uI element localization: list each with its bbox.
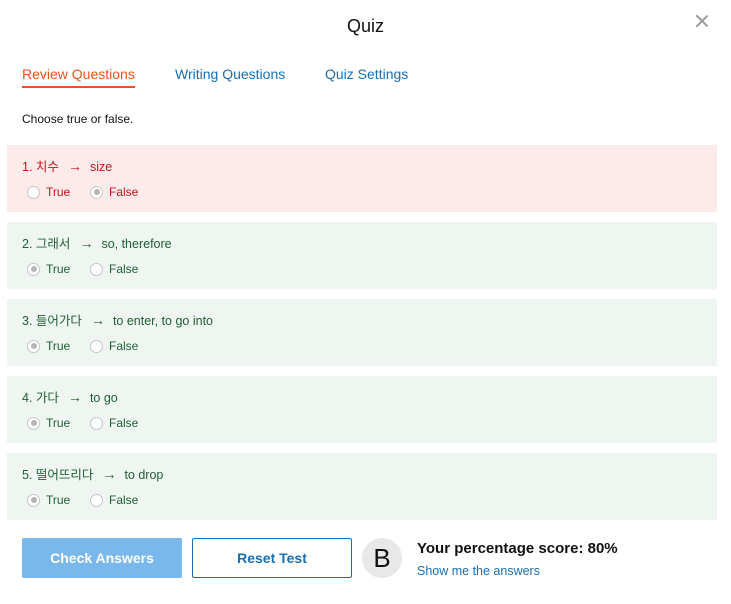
question-korean: 그래서 [35,237,71,251]
question-korean: 가다 [35,391,59,405]
radio-true[interactable] [27,185,40,199]
close-icon[interactable] [693,12,711,30]
question-card-3: 3. 들어가다 → to enter, to go into True False [7,299,717,366]
radio-true[interactable] [27,493,40,507]
option-label: False [109,185,139,199]
question-korean: 들어가다 [35,314,82,328]
question-number: 2. [22,237,33,251]
question-text: 4. 가다 → to go [22,387,118,406]
question-number: 1. [22,160,33,174]
grade-badge: B [362,538,402,578]
reset-test-button[interactable]: Reset Test [192,538,352,578]
option-label: True [46,262,71,276]
question-number: 5. [22,468,33,482]
radio-true[interactable] [27,416,40,430]
check-answers-button[interactable]: Check Answers [22,538,182,578]
question-text: 1. 치수 → size [22,156,112,175]
option-label: True [46,493,71,507]
score-text: Your percentage score: 80% [417,540,618,557]
question-english: to enter, to go into [112,314,214,328]
radio-false[interactable] [90,262,103,276]
option-true[interactable]: True [27,493,70,507]
show-answers-link[interactable]: Show me the answers [417,564,540,578]
option-label: True [46,185,71,199]
question-card-5: 5. 떨어뜨리다 → to drop True False [7,453,717,520]
question-english: so, therefore [101,237,172,251]
option-label: False [109,493,139,507]
radio-false[interactable] [90,493,103,507]
arrow-icon: → [67,158,82,174]
option-true[interactable]: True [27,416,70,430]
question-text: 3. 들어가다 → to enter, to go into [22,310,213,329]
radio-true[interactable] [27,262,40,276]
option-false[interactable]: False [90,185,138,199]
question-korean: 치수 [35,160,59,174]
arrow-icon: → [90,312,105,328]
question-korean: 떨어뜨리다 [35,468,94,482]
option-false[interactable]: False [90,493,138,507]
option-label: False [109,416,139,430]
option-label: True [46,339,71,353]
radio-false[interactable] [90,339,103,353]
tab-writing-questions[interactable]: Writing Questions [175,66,285,82]
arrow-icon: → [79,235,94,251]
option-label: False [109,262,139,276]
question-card-2: 2. 그래서 → so, therefore True False [7,222,717,289]
tab-quiz-settings[interactable]: Quiz Settings [325,66,408,82]
option-label: False [109,339,139,353]
question-card-4: 4. 가다 → to go True False [7,376,717,443]
radio-false[interactable] [90,416,103,430]
option-false[interactable]: False [90,416,138,430]
question-text: 2. 그래서 → so, therefore [22,233,172,252]
option-false[interactable]: False [90,262,138,276]
question-card-1: 1. 치수 → size True False [7,145,717,212]
question-english: to go [89,391,118,405]
arrow-icon: → [102,466,117,482]
option-true[interactable]: True [27,262,70,276]
question-english: size [89,160,113,174]
option-true[interactable]: True [27,339,70,353]
question-number: 4. [22,391,33,405]
arrow-icon: → [67,389,82,405]
option-label: True [46,416,71,430]
option-true[interactable]: True [27,185,70,199]
radio-false[interactable] [90,185,103,199]
quiz-title: Quiz [346,16,384,36]
question-english: to drop [124,468,164,482]
question-number: 3. [22,314,33,328]
radio-true[interactable] [27,339,40,353]
question-text: 5. 떨어뜨리다 → to drop [22,464,163,483]
option-false[interactable]: False [90,339,138,353]
instruction-text: Choose true or false. [22,112,134,126]
tab-review-questions[interactable]: Review Questions [22,66,135,88]
